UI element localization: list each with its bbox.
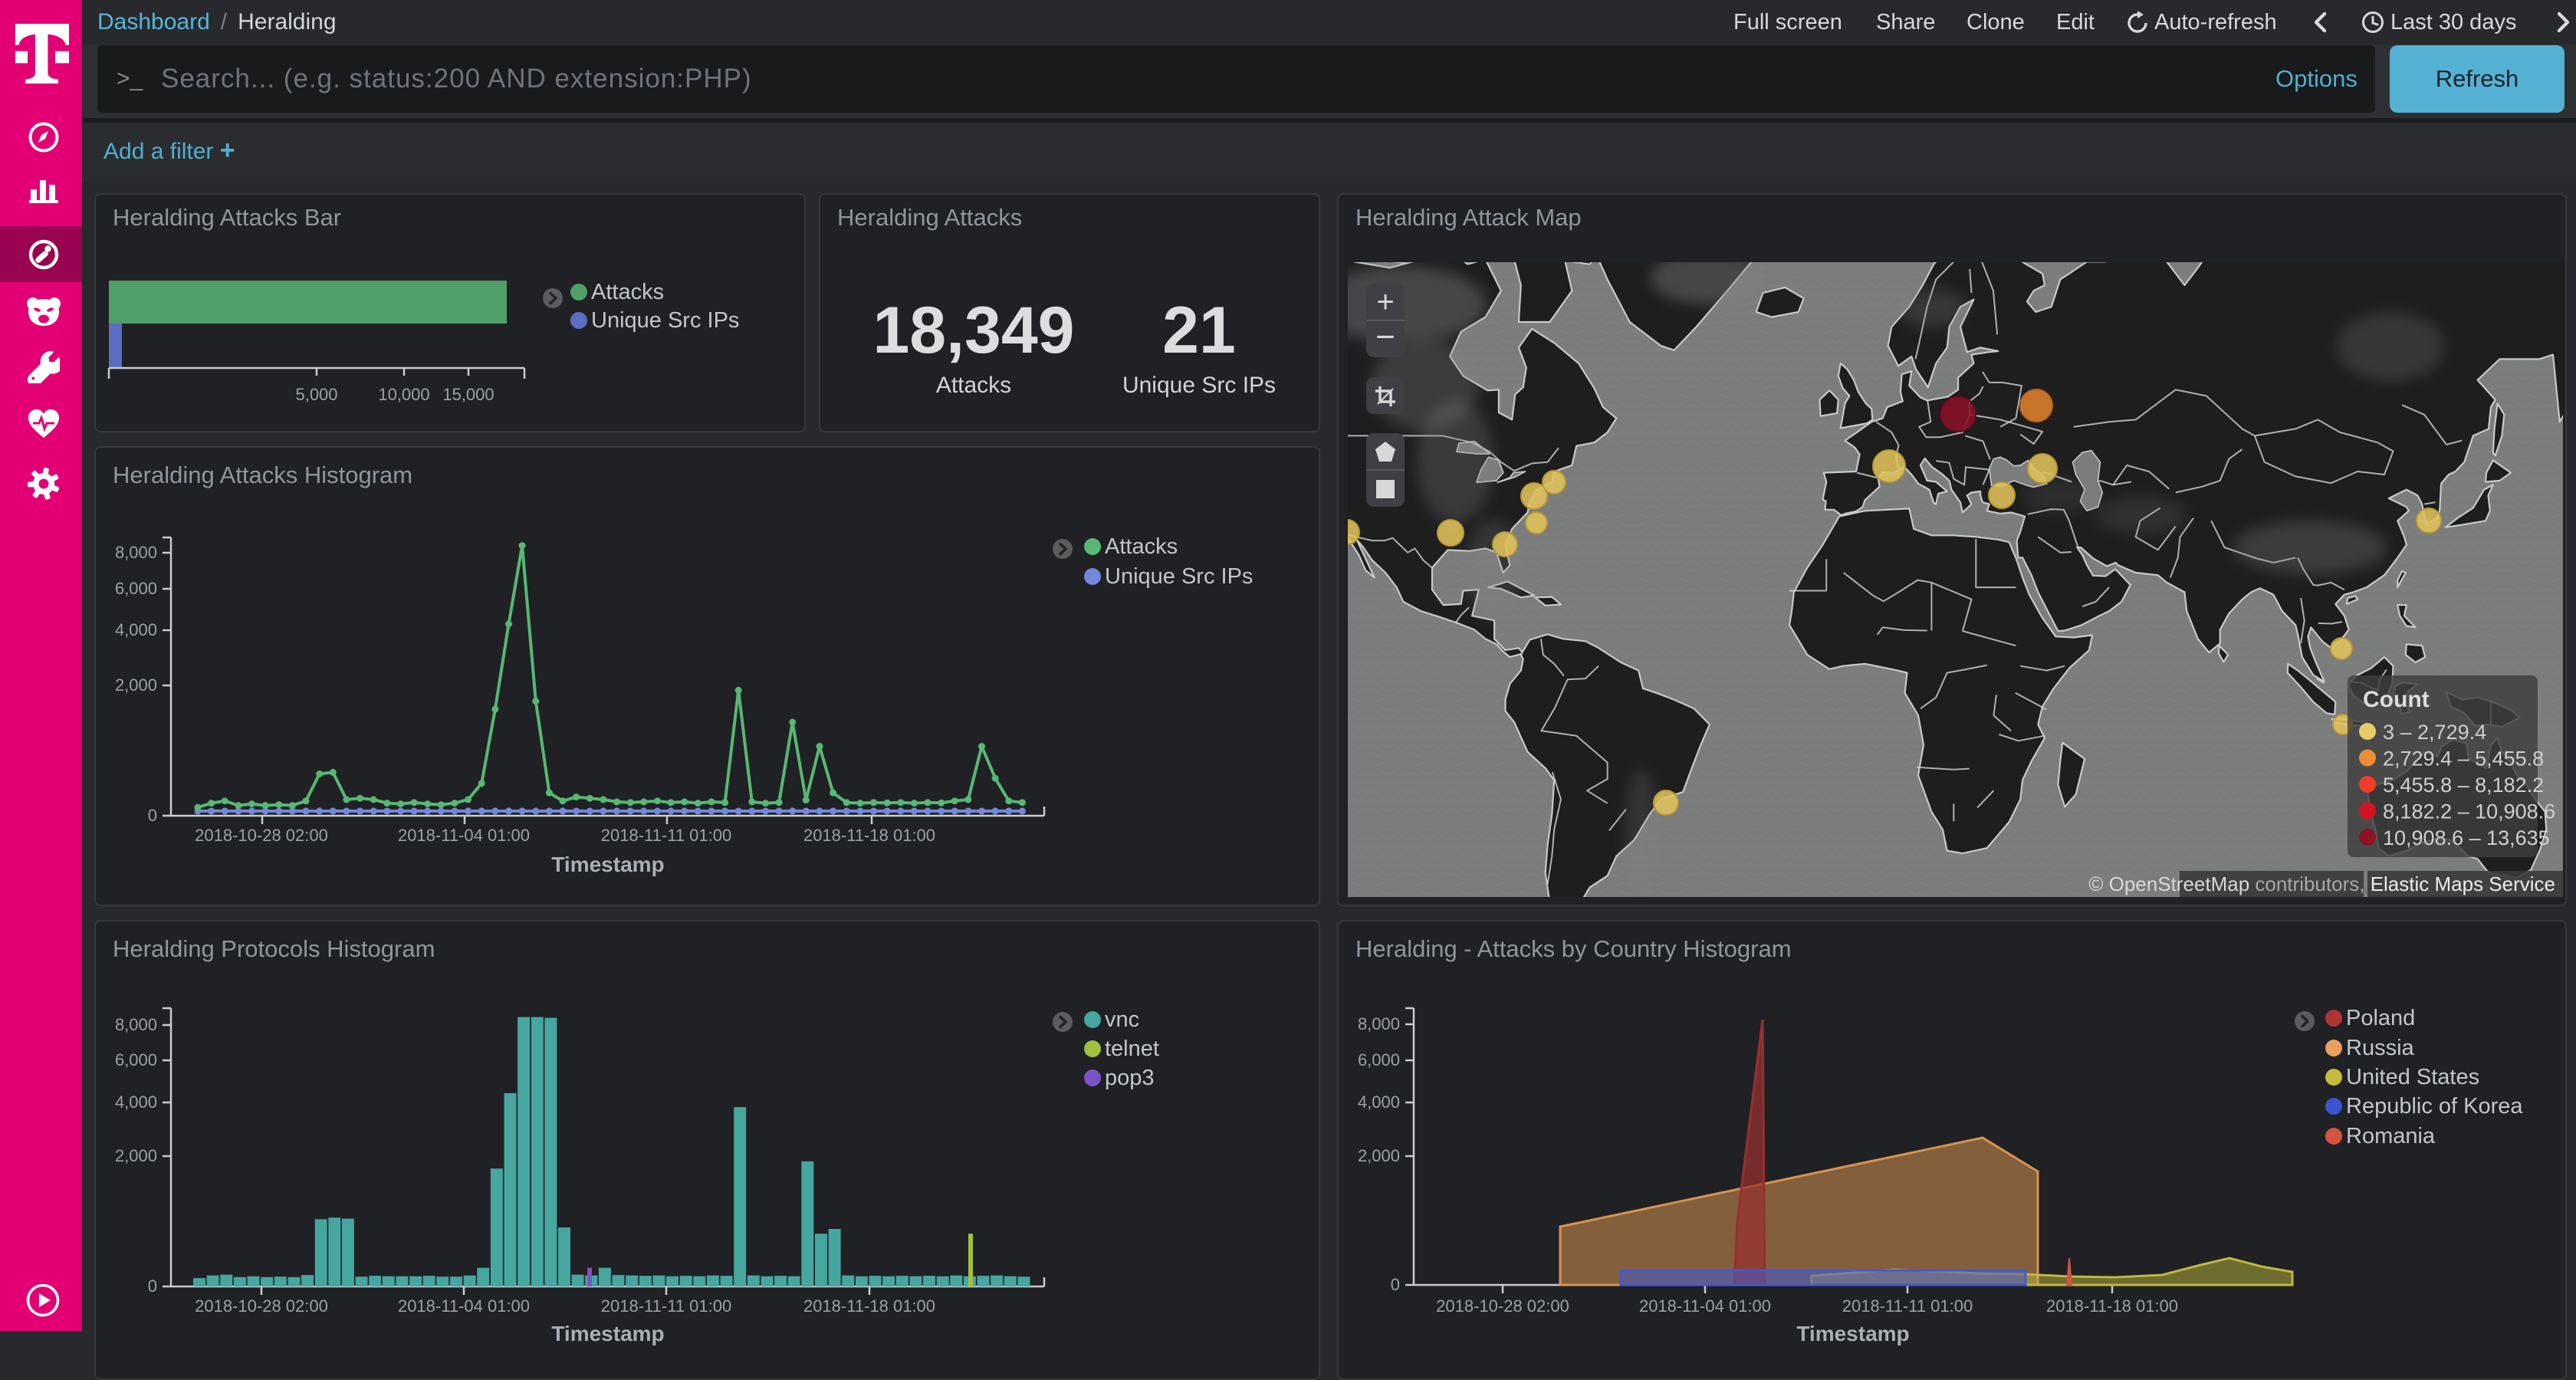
- svg-text:2,729.4 – 5,455.8: 2,729.4 – 5,455.8: [2383, 748, 2544, 770]
- svg-text:10,908.6 – 13,635: 10,908.6 – 13,635: [2383, 826, 2550, 849]
- svg-text:3 – 2,729.4: 3 – 2,729.4: [2383, 721, 2486, 744]
- svg-text:5,455.8 – 8,182.2: 5,455.8 – 8,182.2: [2383, 774, 2544, 797]
- svg-text:8,182.2 – 10,908.6: 8,182.2 – 10,908.6: [2383, 800, 2555, 823]
- svg-text:Count: Count: [2363, 687, 2430, 712]
- svg-text:© OpenStreetMap contributors,: © OpenStreetMap contributors, Elastic Ma…: [2088, 872, 2555, 895]
